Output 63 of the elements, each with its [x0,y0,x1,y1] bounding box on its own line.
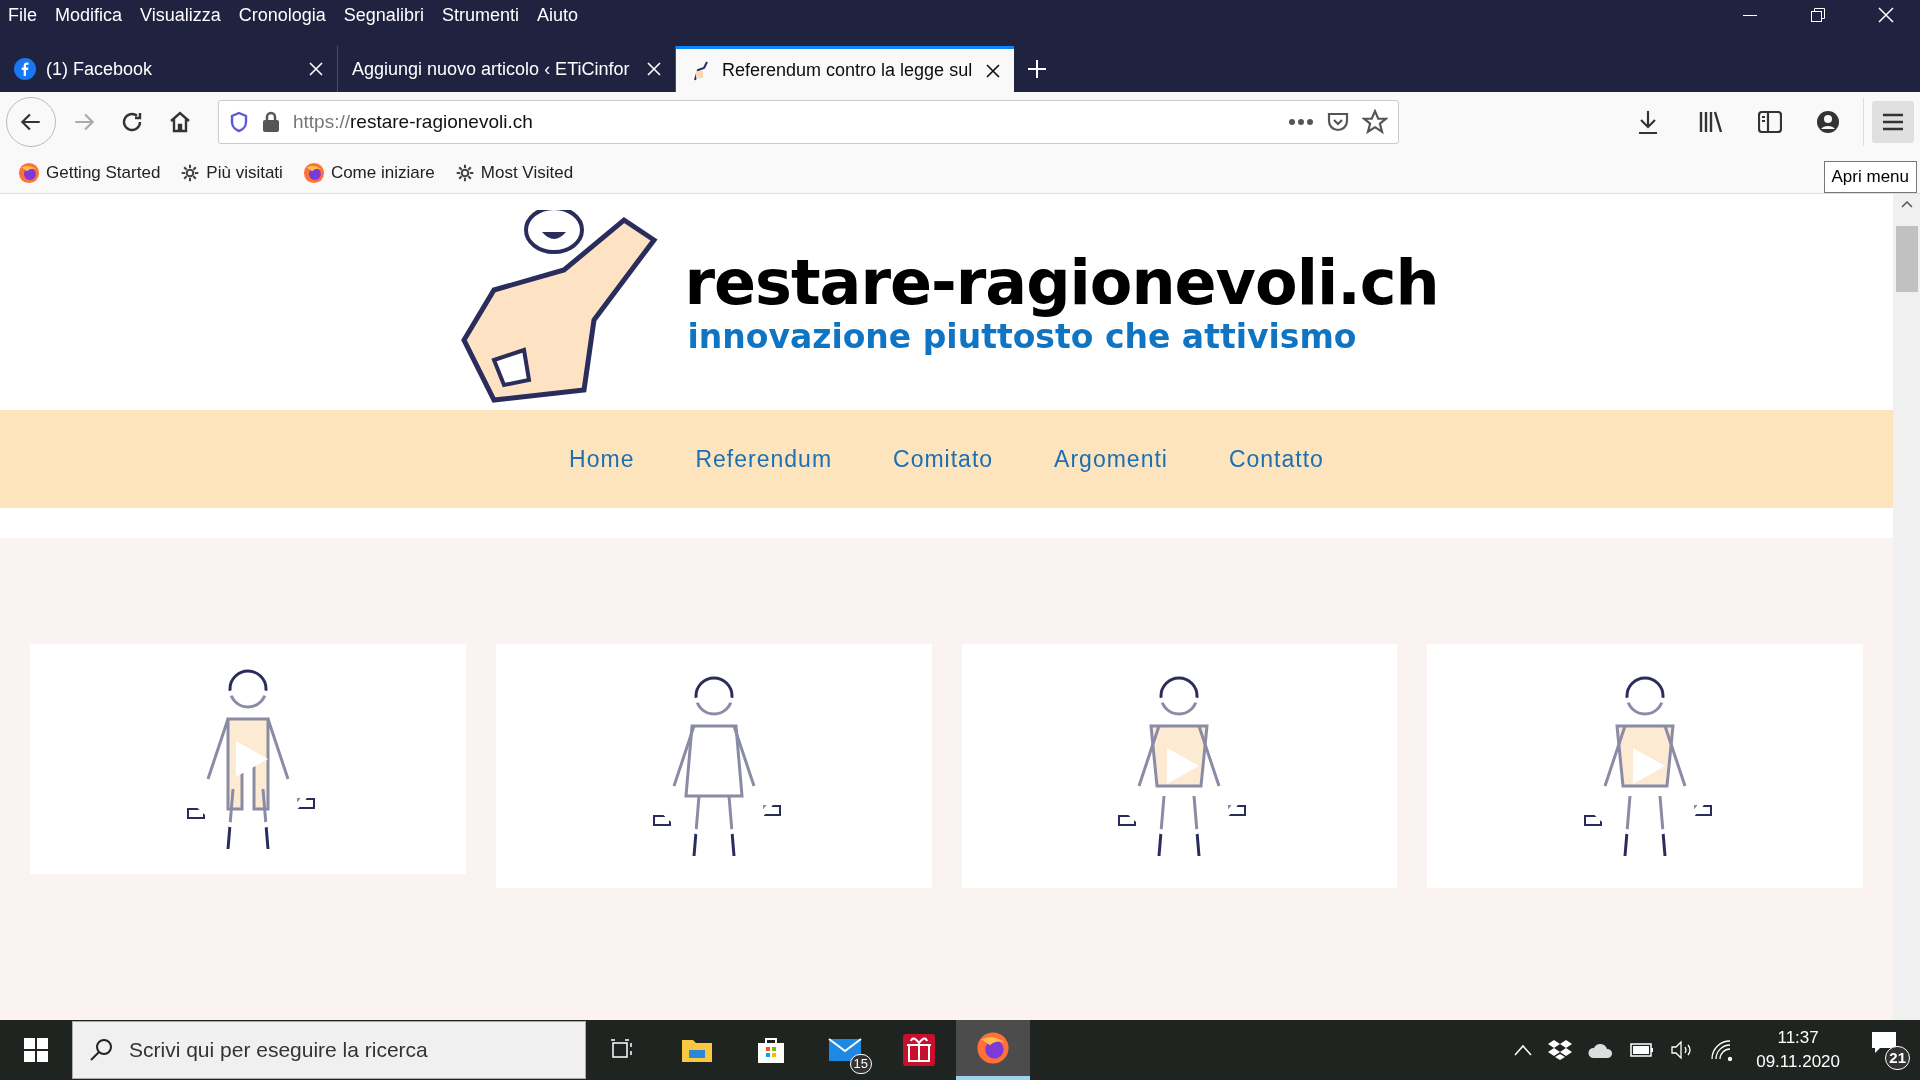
gear-icon [454,162,475,183]
bookmark-link[interactable]: Getting Started [46,159,161,186]
star-icon[interactable] [1362,109,1388,135]
browser-tab[interactable]: Referendum contro la legge sul [676,46,1014,92]
menu-icon[interactable] [1872,101,1914,143]
menu-item[interactable]: Visualizza [140,1,221,29]
video-thumbnail[interactable] [30,644,466,874]
search-icon [89,1038,113,1062]
firefox-icon [302,161,325,184]
nav-link[interactable]: Referendum [695,441,833,477]
nav-link[interactable]: Argomenti [1054,441,1168,477]
site-tagline: innovazione piuttosto che attivismo [686,318,1358,356]
taskbar-app[interactable]: 15 [808,1020,882,1080]
bookmark-link[interactable]: Più visitati [206,159,283,186]
badge: 21 [1885,1046,1910,1070]
close-icon[interactable] [986,63,1000,78]
nav-link[interactable]: Home [569,441,635,477]
url-text: https://restare-ragionevoli.ch [293,109,534,134]
tab-title: Referendum contro la legge sul [722,59,974,82]
battery-icon[interactable] [1630,1043,1655,1057]
nav-link[interactable]: Contatto [1228,441,1324,477]
lock-icon [261,111,281,133]
menu-item[interactable]: Modifica [55,1,123,29]
account-icon[interactable] [1816,110,1840,134]
firefox-icon [976,1031,1010,1065]
search-field[interactable]: Scrivi qui per eseguire la ricerca [72,1021,586,1079]
nav-link[interactable]: Comitato [893,441,994,477]
clock-date[interactable]: 09.11.2020 [1756,1050,1840,1074]
library-icon[interactable] [1698,110,1724,134]
menu-item[interactable]: Segnalibri [343,1,424,29]
scrollbar-thumb[interactable] [1895,226,1918,292]
menu-item[interactable]: Cronologia [238,1,326,29]
bookmark-link[interactable]: Come iniziare [330,159,435,186]
address-bar[interactable]: https://restare-ragionevoli.ch [218,100,1399,144]
cloud-icon[interactable] [1588,1042,1615,1058]
video-thumbnail[interactable] [1427,644,1863,888]
tab-title: (1) Facebook [46,57,154,81]
pocket-icon[interactable] [1326,110,1350,134]
facebook-icon [14,58,36,80]
more-icon[interactable] [1288,118,1314,126]
firefox-icon [18,161,40,184]
gift-icon [902,1033,936,1067]
tooltip: Apri menu [1823,161,1917,193]
tab-title: Aggiungi nuovo articolo ‹ ETiCinfor [352,57,631,81]
download-icon[interactable] [1636,109,1660,135]
video-thumbnail[interactable] [961,644,1398,888]
shield-icon [229,111,249,133]
dropbox-icon[interactable] [1548,1039,1573,1061]
site-title: restare-ragionevoli.ch [684,248,1439,318]
shopping-bag-icon [756,1035,786,1065]
back-icon[interactable] [6,97,56,147]
menu-item[interactable]: File [8,1,37,29]
menu-item[interactable]: Strumenti [441,1,519,29]
video-thumbnail[interactable] [495,644,932,888]
wifi-icon[interactable] [1710,1039,1735,1061]
chevron-up-icon[interactable] [1514,1044,1533,1056]
bookmark-link[interactable]: Most Visited [480,159,574,186]
scroll-up-icon[interactable] [1900,200,1913,208]
menu-item[interactable]: Aiuto [536,1,578,29]
clock-time[interactable]: 11:37 [1777,1026,1819,1050]
gear-icon [180,162,201,183]
badge: 15 [849,1054,872,1074]
sidebar-icon[interactable] [1758,111,1782,133]
